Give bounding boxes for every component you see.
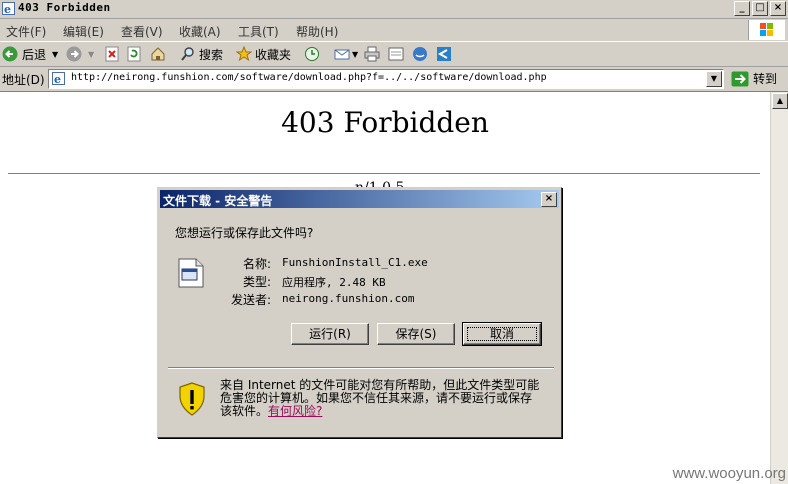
menu-view[interactable]: 查看(V)	[121, 23, 163, 40]
address-url: http://neirong.funshion.com/software/dow…	[71, 72, 547, 83]
close-button[interactable]: ×	[770, 1, 786, 16]
go-arrow-icon	[731, 71, 749, 86]
messenger-icon	[413, 47, 427, 61]
edit-button[interactable]	[388, 45, 404, 63]
forward-button[interactable]: ▼	[66, 45, 94, 63]
home-icon	[151, 47, 165, 61]
messenger-button[interactable]	[412, 45, 428, 63]
minimize-button[interactable]: _	[734, 1, 750, 16]
history-button[interactable]	[304, 45, 320, 63]
page-icon: e	[52, 72, 65, 85]
menu-edit[interactable]: 编辑(E)	[63, 23, 104, 40]
menu-tools[interactable]: 工具(T)	[238, 23, 279, 40]
research-icon	[437, 47, 451, 61]
page-heading: 403 Forbidden	[281, 106, 489, 139]
file-name-value: FunshionInstall_C1.exe	[282, 256, 428, 269]
maximize-button[interactable]: □	[752, 1, 768, 16]
mail-button[interactable]: ▼	[334, 45, 358, 63]
dialog-separator	[168, 367, 554, 369]
menu-favorites[interactable]: 收藏(A)	[179, 23, 221, 40]
dialog-close-button[interactable]: ×	[541, 192, 557, 207]
home-button[interactable]	[150, 45, 166, 63]
horizontal-rule	[8, 173, 760, 174]
svg-text:e: e	[4, 3, 11, 15]
search-icon	[181, 47, 194, 61]
address-dropdown-icon[interactable]: ▼	[706, 71, 722, 87]
mail-dropdown-icon[interactable]: ▼	[352, 50, 358, 59]
favorites-button[interactable]: 收藏夹	[236, 45, 291, 63]
search-button[interactable]: 搜索	[180, 45, 223, 63]
back-arrow-icon	[2, 46, 18, 62]
windows-logo-icon	[748, 20, 785, 40]
toolbar: 后退 ▼ ▼ 搜索 收藏夹 ▼	[0, 42, 788, 67]
menu-bar: 文件(F) 编辑(E) 查看(V) 收藏(A) 工具(T) 帮助(H)	[0, 19, 788, 42]
ie-page-icon: e	[2, 2, 15, 15]
stop-icon	[105, 46, 119, 62]
file-download-dialog: 文件下载 - 安全警告 × 您想运行或保存此文件吗? 名称: FunshionI…	[157, 187, 562, 438]
vertical-scrollbar[interactable]: ▲	[770, 92, 788, 484]
security-warning: 来自 Internet 的文件可能对您有所帮助，但此文件类型可能危害您的计算机。…	[220, 379, 540, 418]
watermark: www.wooyun.org	[672, 465, 786, 482]
research-button[interactable]	[436, 45, 452, 63]
dialog-title: 文件下载 - 安全警告	[163, 194, 273, 208]
go-button[interactable]: 转到	[731, 70, 777, 87]
address-input[interactable]: e http://neirong.funshion.com/software/d…	[48, 69, 724, 89]
executable-file-icon	[178, 258, 204, 288]
history-icon	[305, 47, 319, 61]
file-type-value: 应用程序, 2.48 KB	[282, 276, 386, 289]
forward-arrow-icon	[66, 46, 82, 62]
window-title-bar: e 403 Forbidden _ □ ×	[0, 0, 788, 19]
refresh-icon	[127, 46, 141, 62]
print-button[interactable]	[364, 45, 380, 63]
dialog-question: 您想运行或保存此文件吗?	[175, 226, 314, 240]
edit-page-icon	[388, 47, 404, 61]
mail-icon	[334, 49, 350, 60]
back-button[interactable]: 后退 ▼	[2, 45, 58, 63]
risk-link[interactable]: 有何风险?	[268, 404, 322, 418]
file-source-value: neirong.funshion.com	[282, 292, 415, 305]
save-button[interactable]: 保存(S)	[377, 323, 455, 345]
stop-button[interactable]	[104, 45, 120, 63]
run-button[interactable]: 运行(R)	[291, 323, 369, 345]
svg-text:e: e	[54, 73, 61, 85]
star-icon	[236, 46, 252, 62]
menu-help[interactable]: 帮助(H)	[296, 23, 338, 40]
name-label: 名称:	[242, 257, 271, 271]
dialog-title-bar: 文件下载 - 安全警告 ×	[160, 190, 559, 208]
scroll-up-icon[interactable]: ▲	[772, 93, 788, 109]
security-shield-icon	[179, 382, 205, 416]
address-label: 地址(D)	[2, 73, 45, 87]
refresh-button[interactable]	[126, 45, 142, 63]
back-dropdown-icon[interactable]: ▼	[52, 50, 58, 59]
from-label: 发送者:	[230, 293, 271, 307]
type-label: 类型:	[242, 275, 271, 289]
cancel-button[interactable]: 取消	[462, 322, 542, 346]
address-bar: 地址(D) e http://neirong.funshion.com/soft…	[0, 67, 788, 92]
window-title: 403 Forbidden	[18, 1, 111, 14]
menu-file[interactable]: 文件(F)	[6, 23, 46, 40]
forward-dropdown-icon[interactable]: ▼	[88, 50, 94, 59]
print-icon	[364, 46, 380, 62]
